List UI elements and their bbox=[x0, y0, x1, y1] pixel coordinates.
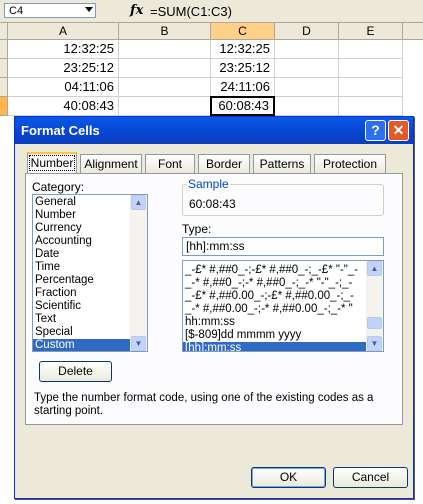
scroll-down-icon[interactable]: ▼ bbox=[367, 336, 382, 351]
cell-c2[interactable]: 23:25:12 bbox=[211, 59, 275, 78]
type-item[interactable]: hh:mm:ss bbox=[183, 316, 367, 329]
tab-border[interactable]: Border bbox=[198, 154, 250, 173]
column-header-a[interactable]: A bbox=[8, 23, 119, 40]
cell-c3[interactable]: 24:11:06 bbox=[211, 78, 275, 97]
cell-a2[interactable]: 23:25:12 bbox=[8, 59, 119, 78]
sample-label: Sample bbox=[187, 177, 230, 191]
type-item[interactable]: _-* #,##0_-;-* #,##0_-;_-* "-"_-;_- bbox=[183, 277, 367, 290]
cell-b3[interactable] bbox=[119, 78, 211, 97]
help-button[interactable]: ? bbox=[365, 120, 386, 141]
scroll-thumb[interactable] bbox=[367, 317, 382, 329]
column-header-c[interactable]: C bbox=[211, 23, 275, 40]
category-label: Category: bbox=[32, 180, 85, 194]
tab-protection[interactable]: Protection bbox=[314, 154, 386, 173]
cell-b4[interactable] bbox=[119, 97, 211, 116]
row-header-1[interactable] bbox=[0, 40, 8, 59]
cell-e1[interactable] bbox=[339, 40, 403, 59]
delete-button[interactable]: Delete bbox=[39, 361, 112, 382]
column-header-b[interactable]: B bbox=[119, 23, 211, 40]
cell-a1[interactable]: 12:32:25 bbox=[8, 40, 119, 59]
cell-d3[interactable] bbox=[275, 78, 339, 97]
category-scrollbar[interactable]: ▲ ▼ bbox=[130, 195, 147, 351]
column-header-e[interactable]: E bbox=[339, 23, 403, 40]
name-box-value: C4 bbox=[9, 5, 24, 17]
type-scrollbar[interactable]: ▲ ▼ bbox=[366, 261, 383, 351]
tab-alignment[interactable]: Alignment bbox=[80, 154, 142, 173]
cancel-button[interactable]: Cancel bbox=[333, 467, 408, 488]
scroll-up-icon[interactable]: ▲ bbox=[131, 195, 146, 210]
tab-number[interactable]: Number bbox=[27, 152, 77, 174]
dialog-title: Format Cells bbox=[21, 123, 100, 138]
row-header-3[interactable] bbox=[0, 78, 8, 97]
number-tab-panel: Category: General Number Currency Accoun… bbox=[25, 173, 403, 425]
ok-button[interactable]: OK bbox=[251, 467, 326, 488]
cell-c1[interactable]: 12:32:25 bbox=[211, 40, 275, 59]
dialog-titlebar[interactable]: Format Cells bbox=[15, 117, 413, 144]
cell-e2[interactable] bbox=[339, 59, 403, 78]
column-header-d[interactable]: D bbox=[275, 23, 339, 40]
type-item[interactable]: _-£* #,##0.00_-;-£* #,##0.00_-;_- bbox=[183, 290, 367, 303]
formula-bar: C4 fx =SUM(C1:C3) bbox=[0, 0, 423, 23]
cell-e3[interactable] bbox=[339, 78, 403, 97]
close-button[interactable]: ✕ bbox=[388, 120, 409, 141]
cell-d1[interactable] bbox=[275, 40, 339, 59]
type-item[interactable]: _-* #,##0.00_-;-* #,##0.00_-;_-* " bbox=[183, 303, 367, 316]
column-header-f[interactable] bbox=[403, 23, 423, 40]
cell-a3[interactable]: 04:11:06 bbox=[8, 78, 119, 97]
cell-b1[interactable] bbox=[119, 40, 211, 59]
type-item[interactable]: _-£* #,##0_-;-£* #,##0_-;_-£* "-"_- bbox=[183, 264, 367, 277]
sample-value: 60:08:43 bbox=[189, 197, 236, 211]
sample-box: Sample 60:08:43 bbox=[182, 177, 384, 216]
scroll-up-icon[interactable]: ▲ bbox=[367, 261, 382, 276]
category-item-selected[interactable]: Custom bbox=[33, 339, 131, 351]
row-header-2[interactable] bbox=[0, 59, 8, 78]
format-description: Type the number format code, using one o… bbox=[34, 392, 374, 417]
tab-number-label: Number bbox=[28, 155, 76, 171]
cell-c4-active[interactable]: 60:08:43 bbox=[210, 96, 275, 116]
tab-patterns[interactable]: Patterns bbox=[253, 154, 311, 173]
formula-input[interactable]: =SUM(C1:C3) bbox=[150, 4, 232, 19]
cell-e4[interactable] bbox=[339, 97, 403, 116]
category-list[interactable]: General Number Currency Accounting Date … bbox=[32, 194, 148, 352]
row-header-4[interactable] bbox=[0, 97, 8, 116]
cell-a4[interactable]: 40:08:43 bbox=[8, 97, 119, 116]
type-item[interactable]: [$-809]dd mmmm yyyy bbox=[183, 329, 367, 342]
cell-d4[interactable] bbox=[275, 97, 339, 116]
type-label: Type: bbox=[182, 222, 212, 236]
tab-font[interactable]: Font bbox=[145, 154, 195, 173]
type-item-selected[interactable]: [hh]:mm:ss bbox=[183, 342, 367, 351]
type-list[interactable]: _-£* #,##0_-;-£* #,##0_-;_-£* "-"_- _-* … bbox=[182, 260, 384, 352]
function-icon[interactable]: fx bbox=[130, 3, 143, 18]
cell-d2[interactable] bbox=[275, 59, 339, 78]
format-cells-dialog: Format Cells ? ✕ Number Alignment Font B… bbox=[14, 116, 414, 499]
type-input[interactable]: [hh]:mm:ss bbox=[182, 237, 384, 256]
scroll-down-icon[interactable]: ▼ bbox=[131, 336, 146, 351]
chevron-down-icon[interactable] bbox=[85, 7, 93, 12]
select-all-corner[interactable] bbox=[0, 23, 8, 40]
cell-b2[interactable] bbox=[119, 59, 211, 78]
name-box[interactable]: C4 bbox=[4, 3, 96, 18]
